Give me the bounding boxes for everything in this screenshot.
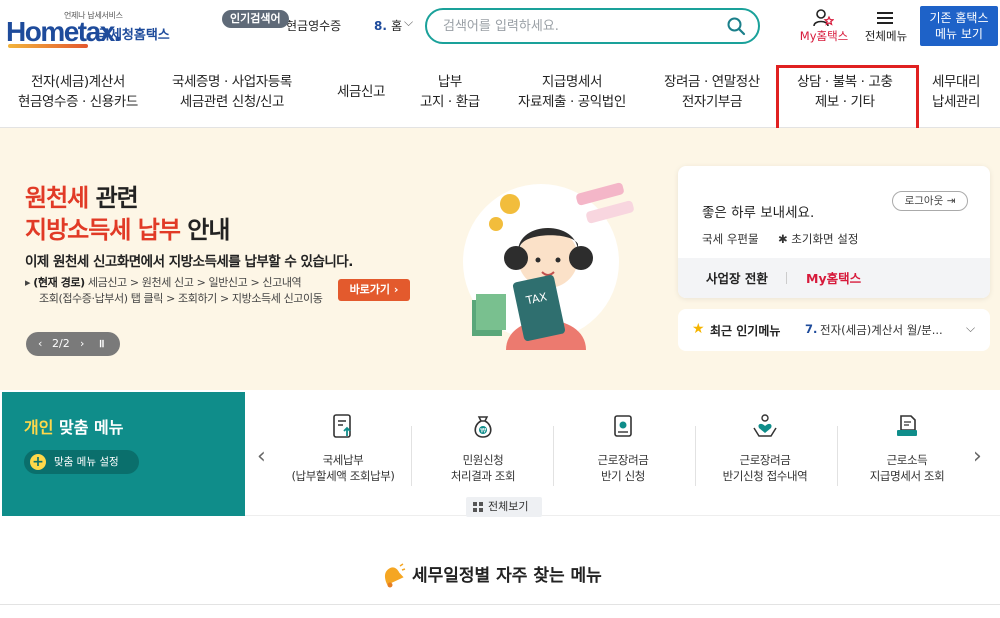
gnb-label-2: 현금영수증 · 신용카드 — [18, 94, 138, 110]
heart-hands-icon — [753, 414, 777, 437]
chevron-down-icon[interactable]: ⌵ — [966, 321, 975, 336]
pager-count: 2/2 — [52, 337, 70, 350]
search-box — [425, 8, 760, 44]
plus-icon: + — [30, 454, 46, 470]
custom-menu-setting-button[interactable]: + 맞춤 메뉴 설정 — [24, 450, 139, 474]
bell-icon — [384, 563, 406, 588]
recent-popular-rank: 7. — [805, 322, 818, 336]
menu-item-tax-payment[interactable]: 국세납부 (납부할세액 조회납부) — [273, 412, 413, 492]
user-card: 좋은 하루 보내세요. 로그아웃 ⇥ 국세 우편물 ✱ 초기화면 설정 사업장 … — [678, 166, 990, 298]
chevron-right-icon: › — [393, 283, 399, 296]
go-button[interactable]: 바로가기 › — [338, 279, 410, 301]
menu-item-incentive-apply[interactable]: 근로장려금 반기 신청 — [553, 412, 693, 492]
document-tray-icon — [897, 415, 917, 436]
hamburger-icon — [877, 12, 893, 24]
pause-icon[interactable]: ॥ — [98, 332, 105, 356]
recent-popular-item[interactable]: 전자(세금)계산서 월/분... — [820, 322, 955, 338]
gnb-label-1: 장려금 · 연말정산 — [664, 74, 760, 90]
all-menu-button[interactable]: 전체메뉴 — [858, 8, 914, 48]
banner-pager[interactable]: ‹ 2/2 › ॥ — [26, 332, 120, 356]
carousel-prev-icon[interactable]: ‹ — [257, 444, 266, 469]
gnb-incentive[interactable]: 장려금 · 연말정산 전자기부금 — [664, 72, 760, 116]
search-input[interactable] — [443, 16, 713, 36]
menu-item-incentive-receipt[interactable]: 근로장려금 반기신청 접수내역 — [695, 412, 835, 492]
hometax-logo[interactable]: 언제나 납세서비스 Hometax. 국세청홈택스 — [6, 6, 176, 50]
recent-popular-menu[interactable]: ★ 최근 인기메뉴 7. 전자(세금)계산서 월/분... ⌵ — [678, 309, 990, 351]
view-all-button[interactable]: 전체보기 — [466, 497, 542, 517]
card-footer: 사업장 전환 My홈택스 — [678, 258, 990, 298]
divider — [786, 272, 787, 284]
menu-item-income-statement[interactable]: 근로소득 지급명세서 조회 — [837, 412, 977, 492]
divider — [411, 426, 412, 486]
banner-description: 이제 원천세 신고화면에서 지방소득세를 납부할 수 있습니다. — [25, 254, 353, 270]
popular-keyword-ticker[interactable]: 현금영수증 8. 홈 ⌵ — [286, 17, 416, 37]
all-menu-label: 전체메뉴 — [864, 29, 908, 43]
old-menu-line2: 메뉴 보기 — [935, 27, 983, 41]
logo-korean-name: 국세청홈택스 — [98, 28, 170, 43]
logout-icon: ⇥ — [946, 195, 956, 207]
tax-girl-illustration: TAX — [463, 182, 634, 350]
my-hometax-button[interactable]: My홈택스 — [794, 8, 854, 48]
logo-swoosh — [8, 44, 88, 48]
my-hometax-link[interactable]: My홈택스 — [806, 268, 861, 287]
banner-path: ▸ (현재 경로) 세금신고 > 원천세 신고 > 일반신고 > 신고내역 조회… — [25, 276, 323, 305]
gnb-tax-agent[interactable]: 세무대리 납세관리 — [932, 72, 980, 116]
search-icon[interactable] — [726, 16, 746, 36]
next-icon[interactable]: › — [80, 332, 84, 356]
gnb-label-1: 지급명세서 — [541, 74, 603, 90]
popular-keywords-badge: 인기검색어 — [222, 10, 289, 28]
business-switch-button[interactable]: 사업장 전환 — [706, 268, 768, 287]
logout-button[interactable]: 로그아웃 ⇥ — [892, 191, 968, 211]
gear-icon: ✱ — [778, 232, 788, 246]
popular-keyword-rank: 8. 홈 — [374, 19, 403, 33]
gnb-label-1: 세금신고 — [337, 84, 386, 100]
svg-text:₩: ₩ — [480, 428, 486, 435]
gnb-tax-filing[interactable]: 세금신고 — [337, 82, 385, 126]
gnb-label-1: 국세증명 · 사업자등록 — [172, 74, 292, 90]
document-upload-icon — [333, 414, 351, 438]
old-menu-line1: 기존 홈택스 — [929, 11, 989, 25]
gnb-certificates[interactable]: 국세증명 · 사업자등록 세금관련 신청/신고 — [172, 72, 292, 116]
gnb-label-2: 자료제출 · 공익법인 — [518, 94, 626, 110]
gnb-label-1: 납부 — [437, 74, 462, 90]
popular-keyword-item[interactable]: 현금영수증 — [286, 19, 341, 33]
banner-title-line1: 원천세 관련 — [25, 184, 139, 212]
custom-menu-carousel: ‹ › 국세납부 (납부할세액 조회납부) ₩ 민원신청 처리결과 조회 근로장… — [245, 392, 1000, 516]
recent-popular-label: 최근 인기메뉴 — [710, 324, 781, 338]
gnb-label-1: 전자(세금)계산서 — [30, 74, 125, 90]
gnb-e-invoice[interactable]: 전자(세금)계산서 현금영수증 · 신용카드 — [18, 72, 138, 116]
gnb-payment[interactable]: 납부 고지 · 환급 — [420, 72, 480, 116]
gnb-label-2: 고지 · 환급 — [420, 94, 480, 110]
certificate-icon — [614, 415, 632, 437]
grid-icon — [473, 502, 483, 512]
gnb-label-1: 세무대리 — [932, 74, 981, 90]
tax-mail-link[interactable]: 국세 우편물 — [702, 231, 759, 247]
banner-title-line2: 지방소득세 납부 안내 — [25, 216, 230, 244]
menu-item-civil-result[interactable]: ₩ 민원신청 처리결과 조회 — [413, 412, 553, 492]
money-bag-icon: ₩ — [474, 416, 492, 438]
greeting-text: 좋은 하루 보내세요. — [702, 205, 815, 221]
chevron-down-icon[interactable]: ⌵ — [404, 17, 413, 30]
custom-menu-title: 개인 맞춤 메뉴 — [24, 418, 124, 437]
gnb-label-2: 납세관리 — [932, 94, 981, 110]
custom-menu-panel: 개인 맞춤 메뉴 + 맞춤 메뉴 설정 — [2, 392, 245, 516]
gnb-payment-statement[interactable]: 지급명세서 자료제출 · 공익법인 — [518, 72, 626, 116]
gnb-label-2: 전자기부금 — [681, 94, 743, 110]
gnb-label-2: 세금관련 신청/신고 — [179, 94, 285, 110]
my-hometax-label: My홈택스 — [799, 29, 849, 43]
content-divider — [0, 604, 1000, 618]
user-star-icon — [813, 9, 834, 27]
schedule-menu-title: 세무일정별 자주 찾는 메뉴 — [378, 562, 602, 592]
star-icon: ★ — [692, 321, 705, 337]
initial-screen-setting[interactable]: ✱ 초기화면 설정 — [778, 231, 858, 247]
old-menu-button[interactable]: 기존 홈택스 메뉴 보기 — [920, 6, 998, 46]
prev-icon[interactable]: ‹ — [38, 332, 42, 356]
